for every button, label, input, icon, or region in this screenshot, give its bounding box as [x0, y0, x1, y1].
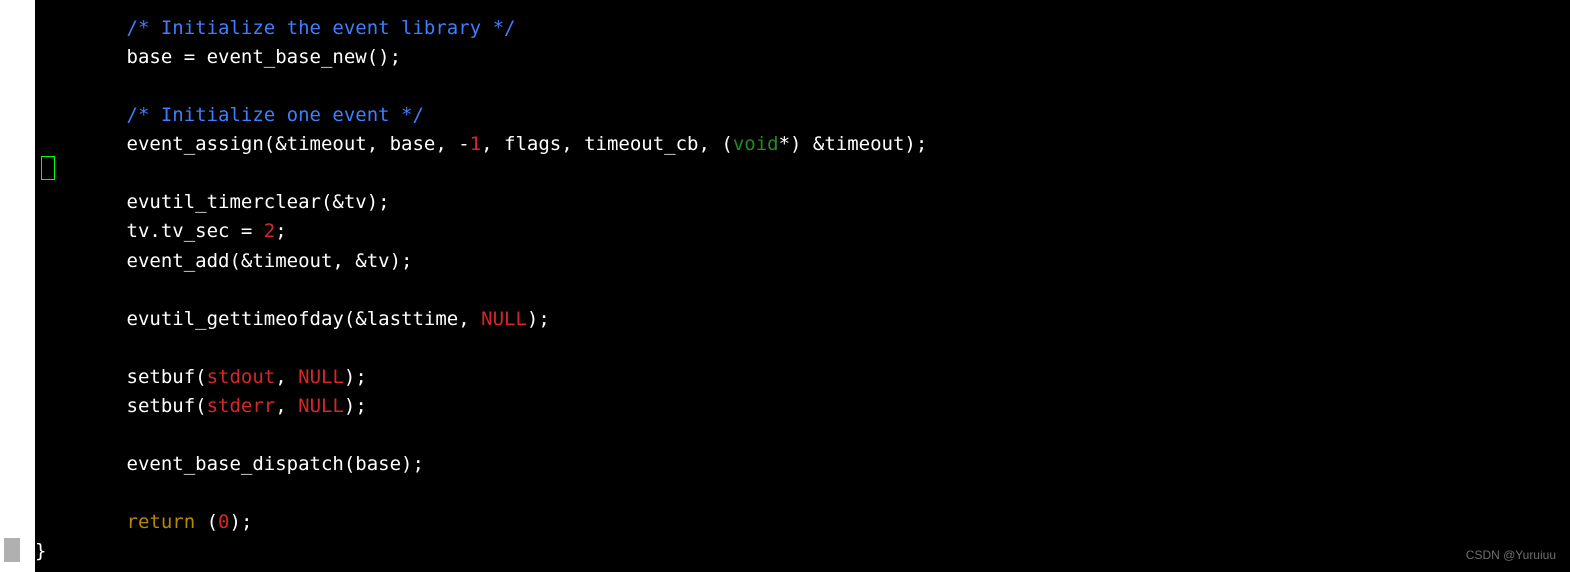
watermark-text: CSDN @Yuruiuu	[1466, 546, 1556, 564]
code-line: setbuf(stderr, NULL);	[127, 395, 367, 417]
code-line: return (0);	[127, 511, 253, 533]
code-line: base = event_base_new();	[127, 46, 402, 68]
code-line: event_base_dispatch(base);	[127, 453, 424, 475]
code-comment: /* Initialize the event library */	[127, 17, 516, 39]
editor-left-margin	[0, 0, 35, 572]
code-comment: /* Initialize one event */	[127, 104, 424, 126]
code-line: }	[35, 540, 46, 562]
gutter-cursor-indicator	[41, 156, 55, 180]
code-line: event_assign(&timeout, base, -1, flags, …	[127, 133, 928, 155]
code-line: setbuf(stdout, NULL);	[127, 366, 367, 388]
code-editor-viewport[interactable]: /* Initialize the event library */ base …	[35, 0, 1570, 572]
app-frame: /* Initialize the event library */ base …	[0, 0, 1570, 572]
code-line: evutil_timerclear(&tv);	[127, 191, 390, 213]
code-line: evutil_gettimeofday(&lasttime, NULL);	[127, 308, 550, 330]
code-block: /* Initialize the event library */ base …	[35, 14, 1570, 566]
scrollbar-thumb[interactable]	[4, 538, 20, 562]
code-line: tv.tv_sec = 2;	[127, 220, 287, 242]
code-line: event_add(&timeout, &tv);	[127, 250, 413, 272]
